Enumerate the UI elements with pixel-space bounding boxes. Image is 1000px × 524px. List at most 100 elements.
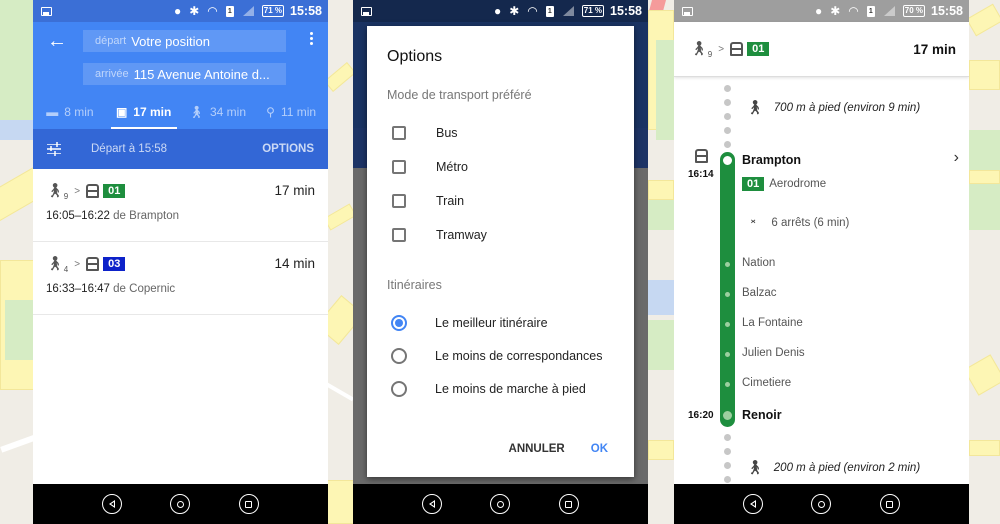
- intermediate-stop: La Fontaine: [742, 317, 803, 329]
- departure-bar: Départ à 15:58 OPTIONS: [33, 129, 328, 169]
- battery-indicator: 70 %: [902, 5, 926, 17]
- recents-nav-icon[interactable]: [558, 494, 579, 514]
- line-direction: 01 Aerodrome: [742, 177, 826, 191]
- departure-time-button[interactable]: Départ à 15:58: [91, 143, 262, 155]
- route-times: 16:33–16:47: [46, 283, 110, 295]
- ok-button[interactable]: OK: [591, 443, 608, 455]
- bluetooth-icon: ✱: [830, 4, 841, 18]
- chevron-right-icon[interactable]: ›: [954, 149, 959, 167]
- back-nav-icon[interactable]: [422, 494, 443, 514]
- stop-dot: [725, 352, 730, 357]
- wifi-icon: ◠: [527, 4, 538, 18]
- origin-field[interactable]: départ Votre position: [83, 30, 286, 52]
- back-nav-icon[interactable]: [743, 494, 764, 514]
- arrow-left-icon[interactable]: ←: [47, 31, 67, 51]
- radio-less-walking[interactable]: Le moins de marche à pied: [387, 372, 614, 405]
- intermediate-stop: Cimetiere: [742, 377, 792, 389]
- route-times: 16:05–16:22: [46, 210, 110, 222]
- direction-label: Aerodrome: [769, 178, 827, 190]
- unfold-icon: ⌄ ⌃: [749, 214, 758, 231]
- walk-icon: 🚶︎: [746, 459, 764, 475]
- checkbox-label: Tramway: [436, 228, 487, 242]
- destination-field[interactable]: arrivée 115 Avenue Antoine d...: [83, 63, 286, 85]
- sim-icon: 1: [545, 5, 554, 17]
- image-notification-icon: [361, 6, 372, 16]
- status-bar: ● ✱ ◠ 1 70 % 15:58: [674, 0, 969, 22]
- alight-stop[interactable]: Renoir: [742, 408, 782, 422]
- phone-directions-list: ● ✱ ◠ 1 71 % 15:58 ← départ Votre positi…: [33, 0, 328, 524]
- route-option[interactable]: 🚶︎9 > 01 17 min 16:05–16:22 de Brampton: [33, 169, 328, 242]
- recents-nav-icon[interactable]: [238, 494, 259, 514]
- chevron-right-icon: >: [718, 43, 725, 55]
- route-duration: 17 min: [274, 183, 315, 198]
- tab-bike[interactable]: ⚲ 11 min: [254, 94, 328, 129]
- walk-icon: 🚶︎9: [690, 39, 713, 59]
- stop-dot: [725, 382, 730, 387]
- walk-dot: [724, 476, 731, 483]
- origin-value: Votre position: [131, 33, 210, 49]
- radio-fewer-transfers[interactable]: Le moins de correspondances: [387, 339, 614, 372]
- radio-label: Le moins de marche à pied: [435, 381, 586, 396]
- radio-best-route[interactable]: Le meilleur itinéraire: [387, 306, 614, 339]
- destination-value: 115 Avenue Antoine d...: [133, 66, 270, 82]
- route-steps: 🚶︎ 700 m à pied (environ 9 min) 16:14 Br…: [674, 77, 969, 484]
- signal-icon: [242, 6, 254, 16]
- cancel-button[interactable]: ANNULER: [509, 443, 565, 455]
- route-option[interactable]: 🚶︎4 > 03 14 min 16:33–16:47 de Copernic: [33, 242, 328, 315]
- walk-step-end[interactable]: 🚶︎ 200 m à pied (environ 2 min): [746, 459, 920, 476]
- tab-bike-label: 11 min: [280, 104, 317, 119]
- wifi-icon: ◠: [848, 4, 859, 18]
- expand-stops-toggle[interactable]: ⌄ ⌃ 6 arrêts (6 min): [749, 214, 850, 231]
- location-icon: ●: [493, 4, 502, 18]
- home-nav-icon[interactable]: [811, 494, 832, 514]
- home-nav-icon[interactable]: [170, 494, 191, 514]
- checkbox-icon[interactable]: [392, 194, 406, 208]
- checkbox-icon[interactable]: [392, 228, 406, 242]
- transport-mode-list: Bus Métro Train Tramway: [387, 116, 614, 252]
- radio-selected-icon[interactable]: [391, 314, 407, 331]
- checkbox-icon[interactable]: [392, 126, 406, 140]
- travel-mode-tabs: ▬ 8 min ▣ 17 min 🚶︎ 34 min ⚲ 11 min: [33, 94, 328, 129]
- walk-step-start[interactable]: 🚶︎ 700 m à pied (environ 9 min): [746, 99, 920, 116]
- dialog-title: Options: [387, 48, 443, 65]
- tab-car-label: 8 min: [64, 104, 94, 119]
- tab-walk[interactable]: 🚶︎ 34 min: [181, 94, 255, 129]
- route-origin-stop: de Brampton: [113, 210, 180, 222]
- route-summary-header[interactable]: 🚶︎9 > 01 17 min: [674, 22, 969, 77]
- walk-icon: 🚶︎: [746, 99, 764, 115]
- walk-dot: [724, 85, 731, 92]
- checkbox-icon[interactable]: [392, 160, 406, 174]
- walk-step-text: 700 m à pied (environ 9 min): [773, 101, 921, 114]
- radio-icon[interactable]: [391, 380, 407, 397]
- stop-dot: [725, 262, 730, 267]
- checkbox-metro[interactable]: Métro: [387, 150, 614, 184]
- status-bar: ● ✱ ◠ 1 71 % 15:58: [353, 0, 648, 22]
- stop-dot: [725, 292, 730, 297]
- checkbox-bus[interactable]: Bus: [387, 116, 614, 150]
- board-stop[interactable]: Brampton: [742, 153, 801, 167]
- home-nav-icon[interactable]: [490, 494, 511, 514]
- image-notification-icon: [41, 6, 52, 16]
- intermediate-stop: Balzac: [742, 287, 777, 299]
- radio-label: Le moins de correspondances: [435, 348, 603, 363]
- destination-label: arrivée: [95, 68, 129, 80]
- checkbox-train[interactable]: Train: [387, 184, 614, 218]
- walk-dot: [724, 99, 731, 106]
- back-nav-icon[interactable]: [102, 494, 123, 514]
- tune-icon[interactable]: [47, 142, 61, 155]
- more-vert-icon[interactable]: [310, 32, 314, 45]
- route-origin-stop: de Copernic: [113, 283, 176, 295]
- board-time: 16:14: [688, 169, 714, 180]
- alighting-stop-marker: [721, 409, 734, 422]
- recents-nav-icon[interactable]: [879, 494, 900, 514]
- itinerary-list: Le meilleur itinéraire Le moins de corre…: [387, 306, 614, 405]
- walk-dot: [724, 127, 731, 134]
- tab-car[interactable]: ▬ 8 min: [33, 94, 107, 129]
- options-button[interactable]: OPTIONS: [262, 143, 314, 155]
- checkbox-tramway[interactable]: Tramway: [387, 218, 614, 252]
- stops-summary: 6 arrêts (6 min): [771, 217, 850, 229]
- bus-icon: [695, 149, 708, 163]
- tab-transit[interactable]: ▣ 17 min: [107, 94, 181, 129]
- radio-icon[interactable]: [391, 347, 407, 364]
- checkbox-label: Train: [436, 194, 465, 208]
